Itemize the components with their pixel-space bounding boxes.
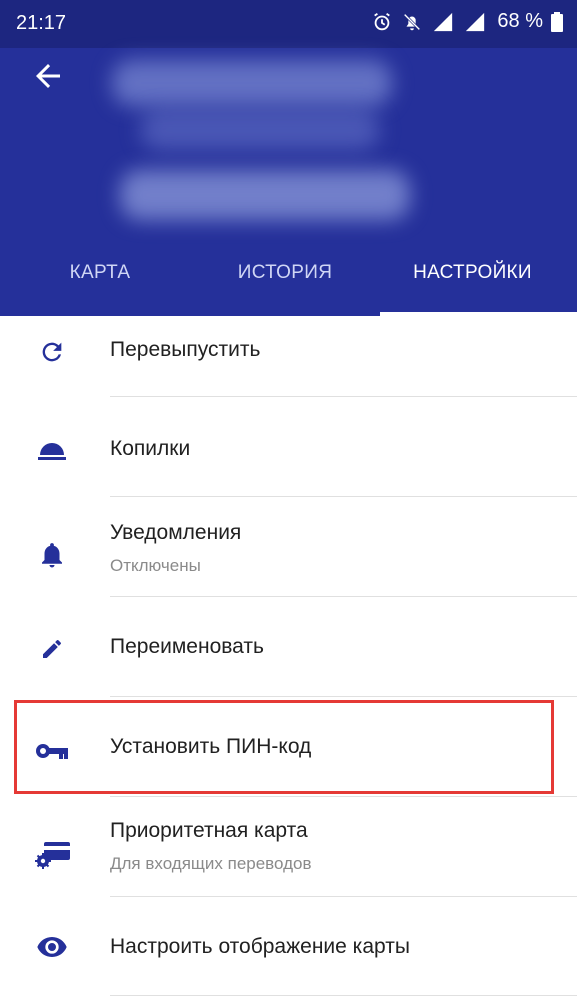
settings-item-card-display[interactable]: Настроить отображение карты: [0, 897, 577, 995]
settings-item-title: Установить ПИН-код: [110, 735, 312, 758]
settings-item-subtitle: Для входящих переводов: [110, 854, 312, 873]
eye-icon: [34, 929, 70, 965]
signal-icon: [431, 11, 455, 33]
back-arrow-icon[interactable]: [30, 58, 66, 94]
settings-item-title: Копилки: [110, 437, 191, 460]
refresh-icon: [34, 334, 70, 370]
status-bar: 21:17 68 %: [0, 0, 577, 48]
tab-settings[interactable]: НАСТРОЙКИ: [385, 262, 560, 302]
mute-bell-icon: [401, 11, 423, 33]
tab-card[interactable]: КАРТА: [40, 262, 160, 302]
blurred-card-balance: [120, 170, 410, 220]
battery-icon: [551, 11, 563, 32]
blurred-card-name: [112, 60, 392, 106]
settings-item-rename[interactable]: Переименовать: [0, 597, 577, 695]
card-gear-icon: [34, 837, 70, 873]
alarm-icon: [371, 11, 393, 33]
settings-item-priority-card[interactable]: Приоритетная карта Для входящих переводо…: [0, 797, 577, 897]
divider: [110, 995, 577, 996]
status-time: 21:17: [16, 12, 67, 34]
settings-item-set-pin[interactable]: Установить ПИН-код: [0, 697, 577, 797]
settings-item-title: Уведомления: [110, 521, 242, 544]
settings-item-title: Перевыпустить: [110, 338, 261, 361]
blurred-card-info: [140, 110, 380, 150]
bell-icon: [34, 537, 70, 573]
pencil-icon: [34, 631, 70, 667]
tab-history[interactable]: ИСТОРИЯ: [210, 262, 360, 302]
card-header: 21:17 68 % КАРТА ИСТОРИЯ НАСТРОЙКИ: [0, 0, 577, 316]
piggy-bank-icon: [34, 431, 70, 467]
tab-bar: КАРТА ИСТОРИЯ НАСТРОЙКИ: [0, 250, 577, 316]
signal-icon: [463, 11, 487, 33]
settings-item-title: Приоритетная карта: [110, 819, 308, 842]
settings-item-piggy-banks[interactable]: Копилки: [0, 397, 577, 495]
status-icons: 68 %: [371, 10, 563, 33]
settings-item-title: Настроить отображение карты: [110, 935, 410, 958]
settings-item-notifications[interactable]: Уведомления Отключены: [0, 497, 577, 597]
key-icon: [34, 733, 70, 769]
battery-percent: 68 %: [497, 10, 543, 32]
settings-item-subtitle: Отключены: [110, 556, 201, 575]
settings-item-title: Переименовать: [110, 635, 264, 658]
